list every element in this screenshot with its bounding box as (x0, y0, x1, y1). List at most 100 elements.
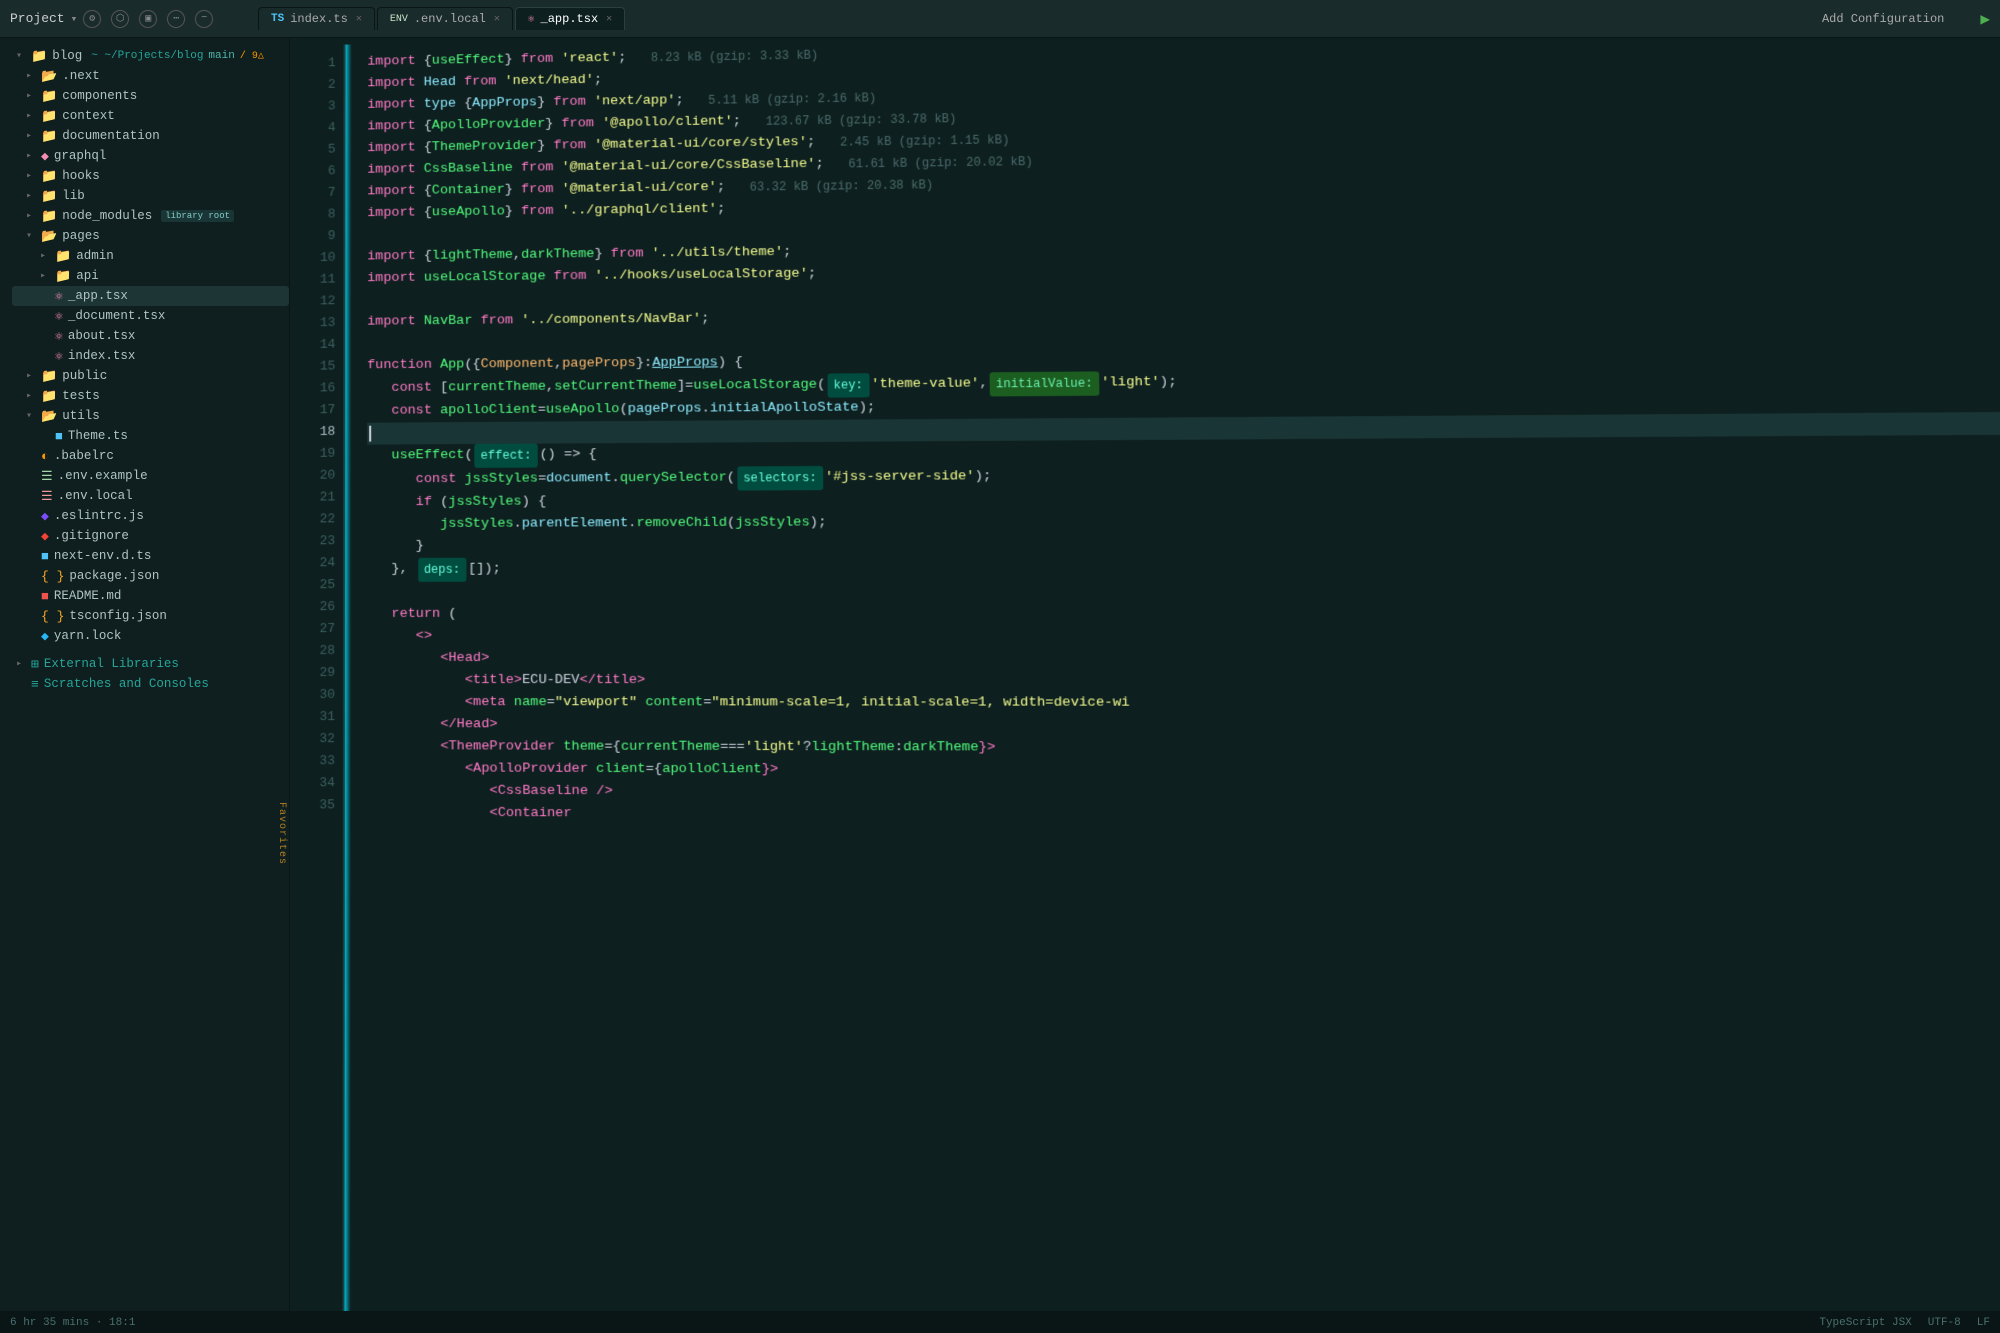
code-line-35: <Container (367, 802, 2000, 831)
project-arrow[interactable]: ▾ (71, 12, 78, 26)
dot: . (612, 468, 620, 490)
keyword: import (367, 203, 415, 225)
tree-item-babelrc[interactable]: ◐ .babelrc (12, 446, 289, 466)
paren-close: ); (975, 466, 992, 488)
brace: () => { (539, 444, 596, 466)
size-info: 5.11 kB (gzip: 2.16 kB) (708, 87, 876, 111)
maximize-icon[interactable]: ⬡ (111, 10, 129, 28)
identifier: darkTheme (903, 737, 979, 760)
tree-item-env-example[interactable]: ☰ .env.example (12, 466, 289, 486)
tree-item-hooks[interactable]: ▸ 📁 hooks (12, 166, 289, 186)
env-icon: ENV (390, 14, 408, 25)
tree-label: node_modules (62, 209, 152, 223)
run-icon[interactable]: ▶ (1980, 9, 1990, 29)
main-area: ▾ 📁 blog ~ ~/Projects/blog main / 9△ ▸ 📂… (0, 38, 2000, 1311)
tab-env-local[interactable]: ENV .env.local ✕ (377, 7, 513, 30)
tree-item-components[interactable]: ▸ 📁 components (12, 86, 289, 106)
add-configuration[interactable]: Add Configuration (1822, 12, 1944, 26)
semicolon: ; (717, 177, 725, 199)
code-view[interactable]: 1 2 3 4 5 6 7 8 9 10 11 12 13 14 15 16 1 (290, 38, 2000, 1311)
minimize-icon[interactable]: − (195, 10, 213, 28)
string: 'theme-value' (871, 373, 979, 396)
settings-icon[interactable]: ⚙ (83, 10, 101, 28)
tree-item-theme-ts[interactable]: ■ Theme.ts (12, 426, 289, 446)
prop: initialApolloState (710, 397, 859, 420)
tree-item-external-libs[interactable]: ▸ ⊞ External Libraries (12, 654, 289, 674)
line-num-11: 11 (295, 269, 336, 291)
tree-item-pages[interactable]: ▾ 📂 pages (12, 226, 289, 246)
tree-item-node-modules[interactable]: ▸ 📁 node_modules library root (12, 206, 289, 226)
tree-item-index-tsx[interactable]: ⚛ index.tsx (12, 346, 289, 366)
tree-item-documentation[interactable]: ▸ 📁 documentation (12, 126, 289, 146)
line-num-1: 1 (295, 52, 336, 74)
brace-close: } (416, 536, 424, 558)
identifier: lightTheme (432, 245, 513, 268)
tree-item-about-tsx[interactable]: ⚛ about.tsx (12, 326, 289, 346)
code-line-27: <> (367, 624, 2000, 648)
tree-item-api[interactable]: ▸ 📁 api (12, 266, 289, 286)
tree-item-utils[interactable]: ▾ 📂 utils (12, 406, 289, 426)
layout-icon[interactable]: ▣ (139, 10, 157, 28)
code-line-25 (367, 578, 2000, 604)
folder-icon: 📂 (41, 69, 57, 84)
tree-item-readme[interactable]: ■ README.md (12, 586, 289, 606)
tab-close-icon[interactable]: ✕ (356, 13, 362, 25)
function-call: useLocalStorage (693, 375, 817, 398)
tab-close-icon[interactable]: ✕ (606, 13, 612, 25)
tree-item-next-env[interactable]: ■ next-env.d.ts (12, 546, 289, 566)
tree-item-public[interactable]: ▸ 📁 public (12, 366, 289, 386)
tab-app-tsx[interactable]: ⚛ _app.tsx ✕ (515, 7, 625, 30)
brace: { (424, 116, 432, 138)
jsx-attr: name (514, 692, 547, 714)
string: '@apollo/client' (602, 111, 733, 135)
tree-item-tests[interactable]: ▸ 📁 tests (12, 386, 289, 406)
keyword: import (367, 268, 415, 290)
tree-label: admin (76, 249, 114, 263)
tsx-file-icon: ⚛ (55, 349, 63, 364)
semicolon: ; (618, 48, 626, 70)
line-num-5: 5 (295, 139, 336, 161)
tree-item-scratches[interactable]: ≡ Scratches and Consoles (12, 674, 289, 694)
tree-item-env-local[interactable]: ☰ .env.local (12, 486, 289, 506)
editor-area: 1 2 3 4 5 6 7 8 9 10 11 12 13 14 15 16 1 (290, 38, 2000, 1311)
tree-item-eslintrc[interactable]: ◆ .eslintrc.js (12, 506, 289, 526)
tree-item-yarn-lock[interactable]: ◆ yarn.lock (12, 626, 289, 646)
jsx-tag: <ThemeProvider (440, 736, 555, 758)
tree-item-admin[interactable]: ▸ 📁 admin (12, 246, 289, 266)
tree-item-blog[interactable]: ▾ 📁 blog ~ ~/Projects/blog main / 9△ (12, 46, 289, 66)
menu-icon[interactable]: ⋯ (167, 10, 185, 28)
tree-item-package-json[interactable]: { } package.json (12, 566, 289, 586)
line-num-12: 12 (295, 290, 336, 312)
keyword: import (367, 94, 415, 116)
from-keyword: from (521, 179, 554, 201)
equals: ={ (604, 737, 621, 759)
tree-item-graphql[interactable]: ▸ ◆ graphql (12, 146, 289, 166)
tsx-file-icon: ⚛ (55, 309, 63, 324)
tree-item-gitignore[interactable]: ◆ .gitignore (12, 526, 289, 546)
paren-close: ) (522, 492, 530, 514)
tab-label: .env.local (414, 12, 486, 26)
jsx-tag: <CssBaseline (489, 781, 588, 804)
tree-item-next[interactable]: ▸ 📂 .next (12, 66, 289, 86)
tree-label: lib (62, 189, 85, 203)
expand-arrow: ▾ (16, 50, 26, 62)
string: '../hooks/useLocalStorage' (594, 264, 808, 288)
tree-item-app-tsx[interactable]: ⚛ _app.tsx (12, 286, 289, 306)
code-content[interactable]: import { useEffect } from 'react' ; 8.23… (351, 38, 2000, 1311)
from-keyword: from (561, 113, 594, 135)
paren: ) (718, 352, 726, 374)
folder-icon: 📁 (41, 129, 57, 144)
tree-item-lib[interactable]: ▸ 📁 lib (12, 186, 289, 206)
paren: ( (727, 467, 735, 489)
tab-close-icon[interactable]: ✕ (494, 13, 500, 25)
function-name: App (440, 355, 464, 377)
tree-item-context[interactable]: ▸ 📁 context (12, 106, 289, 126)
tree-item-document-tsx[interactable]: ⚛ _document.tsx (12, 306, 289, 326)
folder-icon: 📂 (41, 229, 57, 244)
line-num-17: 17 (294, 399, 335, 421)
line-num-14: 14 (295, 334, 336, 356)
tree-item-tsconfig[interactable]: { } tsconfig.json (12, 606, 289, 626)
tab-index-ts[interactable]: TS index.ts ✕ (258, 7, 375, 30)
string: 'light' (1101, 372, 1160, 395)
brace: } (537, 136, 545, 158)
